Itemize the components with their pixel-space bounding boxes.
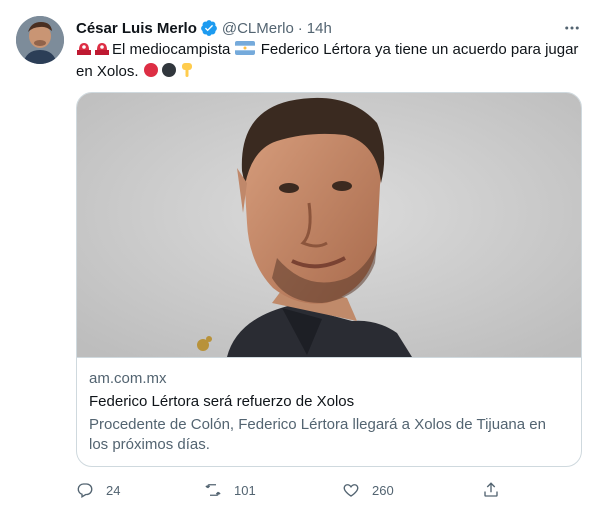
timestamp[interactable]: 14h — [307, 20, 332, 37]
card-image[interactable] — [77, 93, 581, 358]
point-down-icon — [179, 62, 195, 78]
more-options-icon[interactable] — [560, 18, 584, 38]
reply-count: 24 — [106, 482, 121, 498]
card-title: Federico Lértora será refuerzo de Xolos — [89, 393, 355, 410]
red-circle-icon — [143, 62, 159, 78]
avatar[interactable] — [16, 16, 64, 64]
siren-icon — [76, 40, 92, 56]
like-button[interactable]: 260 — [342, 478, 394, 502]
retweet-icon — [205, 484, 221, 496]
share-icon — [484, 482, 498, 497]
card-description: Procedente de Colón, Federico Lértora ll… — [89, 416, 546, 453]
tweet-actions: 24 101 260 — [76, 478, 581, 502]
tweet-header: César Luis Merlo @CLMerlo · 14h — [76, 17, 332, 39]
heart-icon — [343, 484, 359, 497]
tweet-text: El mediocampista Federico Lértora ya tie… — [76, 39, 581, 83]
link-card[interactable]: am.com.mx Federico Lértora será refuerzo… — [76, 92, 582, 467]
reply-button[interactable]: 24 — [76, 478, 120, 502]
verified-badge-icon — [200, 19, 218, 37]
retweet-button[interactable]: 101 — [204, 478, 256, 502]
share-button[interactable] — [482, 478, 500, 502]
tweet-text-main: El mediocampista — [112, 41, 231, 58]
separator-dot: · — [297, 19, 303, 37]
reply-icon — [77, 483, 93, 498]
author-handle[interactable]: @CLMerlo — [222, 20, 294, 37]
card-domain: am.com.mx — [89, 370, 167, 387]
black-circle-icon — [161, 62, 177, 78]
author-name[interactable]: César Luis Merlo — [76, 20, 197, 37]
retweet-count: 101 — [234, 482, 256, 498]
siren-icon — [94, 40, 110, 56]
argentina-flag-icon — [234, 40, 255, 56]
tweet[interactable]: César Luis Merlo @CLMerlo · 14h El medio… — [0, 0, 599, 512]
like-count: 260 — [372, 482, 394, 498]
